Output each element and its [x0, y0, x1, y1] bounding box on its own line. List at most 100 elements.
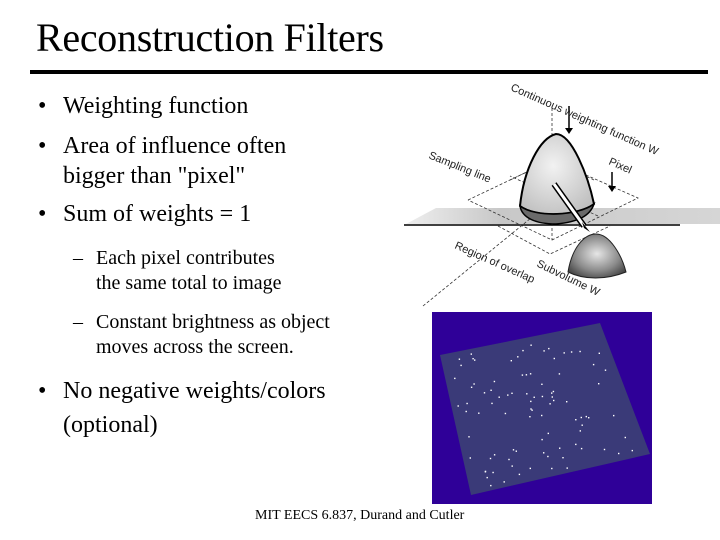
sample-dot [522, 349, 524, 352]
subvolume-kernel [567, 233, 627, 279]
bullet-text: Weighting function [63, 93, 249, 119]
sample-dot [551, 396, 553, 398]
sub-bullet-text: moves across the screen. [96, 336, 294, 358]
sample-dot [465, 410, 467, 413]
sample-dot [511, 392, 513, 394]
sample-dot [521, 374, 524, 376]
sample-dot [490, 389, 492, 391]
sample-dot [525, 374, 528, 376]
sample-dot [588, 417, 590, 419]
sample-dot [551, 392, 553, 394]
sample-dot [491, 402, 493, 405]
bullet-text: (optional) [63, 412, 158, 438]
bullet-glyph: • [38, 201, 47, 227]
bullet-text: Area of influence often [63, 133, 287, 159]
bullet-glyph: • [38, 93, 47, 119]
sample-dot [530, 344, 532, 346]
sample-dot [529, 416, 531, 418]
sample-dot [472, 358, 474, 360]
label-weighting-function: Continuous weighting function W [509, 82, 661, 158]
sample-dot [478, 412, 480, 414]
title-rule [30, 70, 708, 74]
sample-dot [470, 353, 472, 355]
sample-dot [559, 447, 561, 449]
sample-dot [503, 481, 505, 483]
sample-dot [493, 380, 496, 383]
sample-dot [551, 467, 553, 470]
sample-dot [548, 347, 550, 350]
sample-dot [558, 373, 561, 375]
sample-dot [507, 394, 509, 396]
sample-dot [580, 416, 582, 419]
bullet-text: Sum of weights = 1 [63, 201, 252, 227]
sample-dot [493, 454, 496, 456]
sample-dot [598, 383, 600, 385]
label-region-overlap: Region of overlap [453, 240, 537, 286]
sample-dot [529, 373, 532, 375]
sample-dot [474, 359, 476, 361]
label-sampling-line: Sampling line [427, 150, 493, 186]
bullet-text: bigger than "pixel" [63, 163, 246, 189]
slide-footer: MIT EECS 6.837, Durand and Cutler [255, 508, 465, 523]
sample-dot [511, 465, 513, 467]
sample-dot [533, 396, 535, 398]
bullet-text: No negative weights/colors [63, 378, 326, 404]
sample-dot [458, 358, 461, 360]
bullet-glyph: • [38, 378, 47, 404]
sub-bullet-text: Each pixel contributes [96, 247, 275, 269]
sample-dot [543, 452, 545, 454]
sample-dot [553, 399, 555, 402]
sample-dot [460, 364, 462, 367]
bullet-glyph: • [38, 133, 47, 159]
sample-dot [489, 457, 492, 460]
sub-bullet-text: Constant brightness as object [96, 311, 330, 333]
sample-dot [570, 351, 573, 353]
sample-dot [512, 449, 515, 451]
sample-dot [552, 390, 555, 393]
filter-diagram: Continuous weighting function W Pixel Sa… [404, 82, 720, 307]
sample-dot [579, 430, 581, 432]
filter-kernel [518, 132, 596, 215]
sample-dot [631, 449, 633, 452]
sample-dot [541, 414, 543, 417]
sample-dot [541, 438, 543, 441]
sample-dot [566, 401, 568, 403]
sample-dot [618, 452, 620, 455]
sample-dot [526, 393, 528, 395]
sample-dot [566, 467, 568, 469]
sample-dot [530, 400, 532, 403]
sample-dot [498, 396, 500, 398]
sample-dot [470, 386, 473, 388]
sample-dot [529, 467, 531, 470]
label-pixel: Pixel [607, 156, 634, 177]
sample-dot [598, 352, 600, 354]
sample-dot [562, 457, 564, 459]
sample-dot [603, 448, 606, 451]
sample-dot [483, 392, 486, 394]
sample-dot [457, 405, 459, 407]
sample-dot [454, 377, 456, 380]
sample-dot [604, 369, 607, 371]
sample-dot [553, 357, 555, 360]
sample-dot [468, 436, 470, 438]
sample-dot [530, 408, 532, 410]
sample-dot [484, 471, 487, 473]
rendered-plane-image [432, 312, 652, 504]
sample-dot [575, 419, 577, 421]
sample-dot [575, 443, 577, 446]
sample-dot [547, 455, 549, 458]
sample-dot [517, 356, 519, 358]
sample-dot [547, 432, 549, 435]
sample-dot [508, 458, 510, 461]
sample-dot [580, 447, 583, 450]
sample-dot [531, 409, 533, 411]
sample-dot [579, 350, 581, 353]
tilted-plane [440, 323, 650, 495]
sample-dot [466, 402, 468, 405]
sample-dot [469, 457, 471, 459]
sample-dot [585, 415, 587, 418]
sample-dot [504, 412, 507, 415]
dash-glyph: – [73, 311, 83, 333]
sub-bullet-text: the same total to image [96, 272, 282, 294]
sample-dot [473, 383, 475, 385]
